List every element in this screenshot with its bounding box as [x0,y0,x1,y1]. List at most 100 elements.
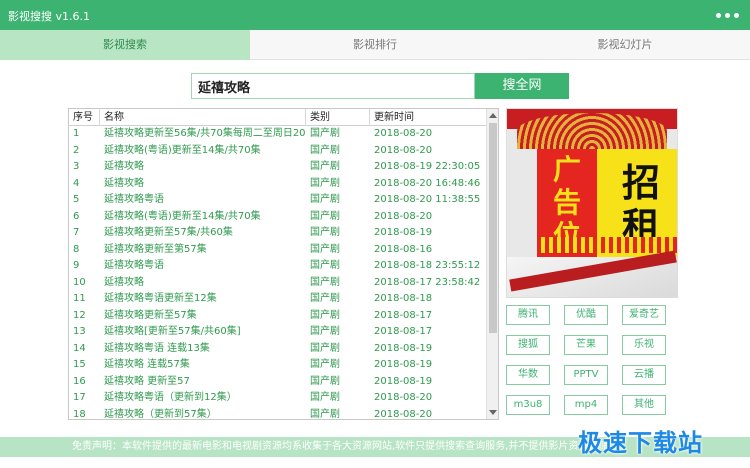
row-updated: 2018-08-20 [374,408,433,420]
source-button-huashu[interactable]: 华数 [506,365,550,385]
row-name: 延禧攻略 [104,276,144,288]
tab-slideshow[interactable]: 影视幻灯片 [500,30,750,60]
source-button-letv[interactable]: 乐视 [622,335,666,355]
table-row[interactable]: 2 延禧攻略(粤语)更新至14集/共70集 国产剧 2018-08-20 [69,143,487,160]
table-row[interactable]: 14 延禧攻略粤语 连载13集 国产剧 2018-08-19 [69,341,487,358]
row-category: 国产剧 [310,144,340,156]
row-name: 延禧攻略更新至57集 [104,309,197,321]
row-name: 延禧攻略 [104,161,144,172]
source-button-m3u8[interactable]: m3u8 [506,395,550,415]
site-watermark: 极速下载站 [578,429,703,457]
scroll-down-icon[interactable] [489,410,497,415]
source-button-other[interactable]: 其他 [622,395,666,415]
source-button-mango[interactable]: 芒果 [564,335,608,355]
row-index: 8 [73,243,80,255]
column-header-index[interactable]: 序号 [69,109,100,126]
table-row[interactable]: 7 延禧攻略更新至57集/共60集 国产剧 2018-08-19 [69,225,487,242]
row-updated: 2018-08-20 [374,392,433,403]
tab-bar: 影视搜索 影视排行 影视幻灯片 [0,30,750,60]
table-row[interactable]: 9 延禧攻略粤语 国产剧 2018-08-18 23:55:12 [69,258,487,275]
row-category: 国产剧 [310,375,340,387]
title-bar: 影视搜搜 v1.6.1 [0,0,750,30]
source-button-mp4[interactable]: mp4 [564,395,608,415]
row-index: 16 [73,375,86,387]
source-button-sohu[interactable]: 搜狐 [506,335,550,355]
row-name: 延禧攻略（更新到57集） [104,408,217,420]
source-button-pptv[interactable]: PPTV [564,365,608,385]
tab-search[interactable]: 影视搜索 [0,30,250,60]
row-index: 5 [73,194,80,205]
search-all-button[interactable]: 搜全网 [475,73,569,99]
source-button-youku[interactable]: 优酷 [564,305,608,325]
table-row[interactable]: 16 延禧攻略 更新至57 国产剧 2018-08-19 [69,374,487,391]
source-button-tencent[interactable]: 腾讯 [506,305,550,325]
scroll-up-icon[interactable] [489,113,497,118]
column-header-name[interactable]: 名称 [100,109,306,126]
row-index: 1 [73,128,80,139]
column-header-updated[interactable]: 更新时间 [370,109,487,126]
row-updated: 2018-08-19 22:30:05 [374,161,481,172]
table-row[interactable]: 12 延禧攻略更新至57集 国产剧 2018-08-17 [69,308,487,325]
table-body: 1 延禧攻略更新至56集/共70集每周二至周日20... 国产剧 2018-08-20… [69,126,487,420]
scroll-thumb[interactable] [489,123,497,333]
row-category: 国产剧 [310,227,340,238]
ad-text-right: 招 租 [621,160,660,249]
row-index: 2 [73,144,80,156]
table-row[interactable]: 11 延禧攻略粤语更新至12集 国产剧 2018-08-18 [69,291,487,308]
table-row[interactable]: 4 延禧攻略 国产剧 2018-08-20 16:48:46 [69,176,487,193]
row-name: 延禧攻略更新至56集/共70集每周二至周日20... [104,128,306,139]
row-name: 延禧攻略 更新至57 [104,375,190,387]
row-name: 延禧攻略更新至57集/共60集 [104,227,233,238]
row-category: 国产剧 [310,408,340,420]
column-header-category[interactable]: 类别 [306,109,370,126]
row-updated: 2018-08-20 [374,128,433,139]
source-button-cloud[interactable]: 云播 [622,365,666,385]
row-updated: 2018-08-17 [374,326,433,337]
vertical-scrollbar[interactable] [486,109,498,419]
row-category: 国产剧 [310,326,340,337]
row-index: 10 [73,276,86,288]
row-index: 6 [73,210,80,222]
app-title: 影视搜搜 v1.6.1 [8,10,90,23]
table-row[interactable]: 13 延禧攻略[更新至57集/共60集] 国产剧 2018-08-17 [69,324,487,341]
row-updated: 2018-08-19 [374,342,433,354]
row-index: 11 [73,293,86,304]
row-category: 国产剧 [310,309,340,321]
search-input[interactable] [191,73,475,99]
row-category: 国产剧 [310,210,340,222]
row-name: 延禧攻略粤语 [104,194,164,205]
row-name: 延禧攻略 [104,177,144,189]
row-name: 延禧攻略 连载57集 [104,359,190,370]
tab-ranking[interactable]: 影视排行 [250,30,500,60]
row-index: 4 [73,177,80,189]
advertisement-image[interactable]: 广 告 位 招 租 [506,108,678,298]
row-index: 12 [73,309,86,321]
row-index: 18 [73,408,86,420]
row-updated: 2018-08-16 [374,243,433,255]
table-row[interactable]: 17 延禧攻略粤语（更新到12集） 国产剧 2018-08-20 [69,390,487,407]
table-header: 序号 名称 类别 更新时间 [69,109,487,126]
row-index: 7 [73,227,80,238]
table-row[interactable]: 15 延禧攻略 连载57集 国产剧 2018-08-19 [69,357,487,374]
row-name: 延禧攻略(粤语)更新至14集/共70集 [104,144,261,156]
table-row[interactable]: 18 延禧攻略（更新到57集） 国产剧 2018-08-20 [69,407,487,420]
row-category: 国产剧 [310,194,340,205]
table-row[interactable]: 6 延禧攻略(粤语)更新至14集/共70集 国产剧 2018-08-20 [69,209,487,226]
row-category: 国产剧 [310,161,340,172]
row-category: 国产剧 [310,260,340,271]
table-row[interactable]: 8 延禧攻略更新至第57集 国产剧 2018-08-16 [69,242,487,259]
row-updated: 2018-08-18 [374,293,433,304]
table-row[interactable]: 1 延禧攻略更新至56集/共70集每周二至周日20... 国产剧 2018-08-20 [69,126,487,143]
table-row[interactable]: 10 延禧攻略 国产剧 2018-08-17 23:58:42 [69,275,487,292]
row-updated: 2018-08-19 [374,359,433,370]
table-row[interactable]: 5 延禧攻略粤语 国产剧 2018-08-20 11:38:55 [69,192,487,209]
source-button-iqiyi[interactable]: 爱奇艺 [622,305,666,325]
row-updated: 2018-08-19 [374,375,433,387]
row-index: 13 [73,326,86,337]
row-updated: 2018-08-20 11:38:55 [374,194,481,205]
row-updated: 2018-08-20 16:48:46 [374,177,481,189]
more-dots-icon[interactable] [716,9,744,21]
row-name: 延禧攻略粤语 连载13集 [104,342,210,354]
row-category: 国产剧 [310,293,340,304]
table-row[interactable]: 3 延禧攻略 国产剧 2018-08-19 22:30:05 [69,159,487,176]
